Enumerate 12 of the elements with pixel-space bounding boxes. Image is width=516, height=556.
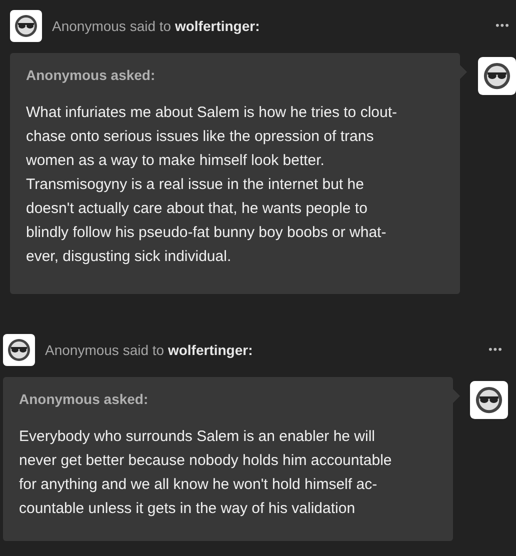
asker-label: Anonymous asked:	[26, 67, 156, 83]
avatar-icon[interactable]	[470, 381, 508, 419]
avatar-icon[interactable]	[478, 57, 516, 95]
asker-label: Anonymous asked:	[19, 391, 150, 407]
more-options-button[interactable]: •••	[488, 344, 503, 356]
avatar-icon[interactable]	[3, 334, 35, 366]
more-options-button[interactable]: •••	[495, 20, 510, 32]
post-header: Anonymous said to wolfertinger:	[52, 18, 261, 34]
question-text: What infuriates me about Salem is how he tries to clout- chase onto serious issues like the opression of trans women as a way to make himself look better. Transmisogyny is a real issue in the internet but he doesn't actually care about that, he wants people to blindly follow his pseudo-fat bunny boy boobs or what- ever, disgusting sick individual.	[26, 103, 398, 267]
post-header: Anonymous said to wolfertinger:	[45, 342, 254, 358]
question-text: Everybody who surrounds Salem is an enabler he will never get better because nobody holds him accountable for anything and we all know he won't hold himself ac- countable unless it gets in the way of his validation	[19, 427, 393, 519]
avatar-icon[interactable]	[10, 10, 42, 42]
